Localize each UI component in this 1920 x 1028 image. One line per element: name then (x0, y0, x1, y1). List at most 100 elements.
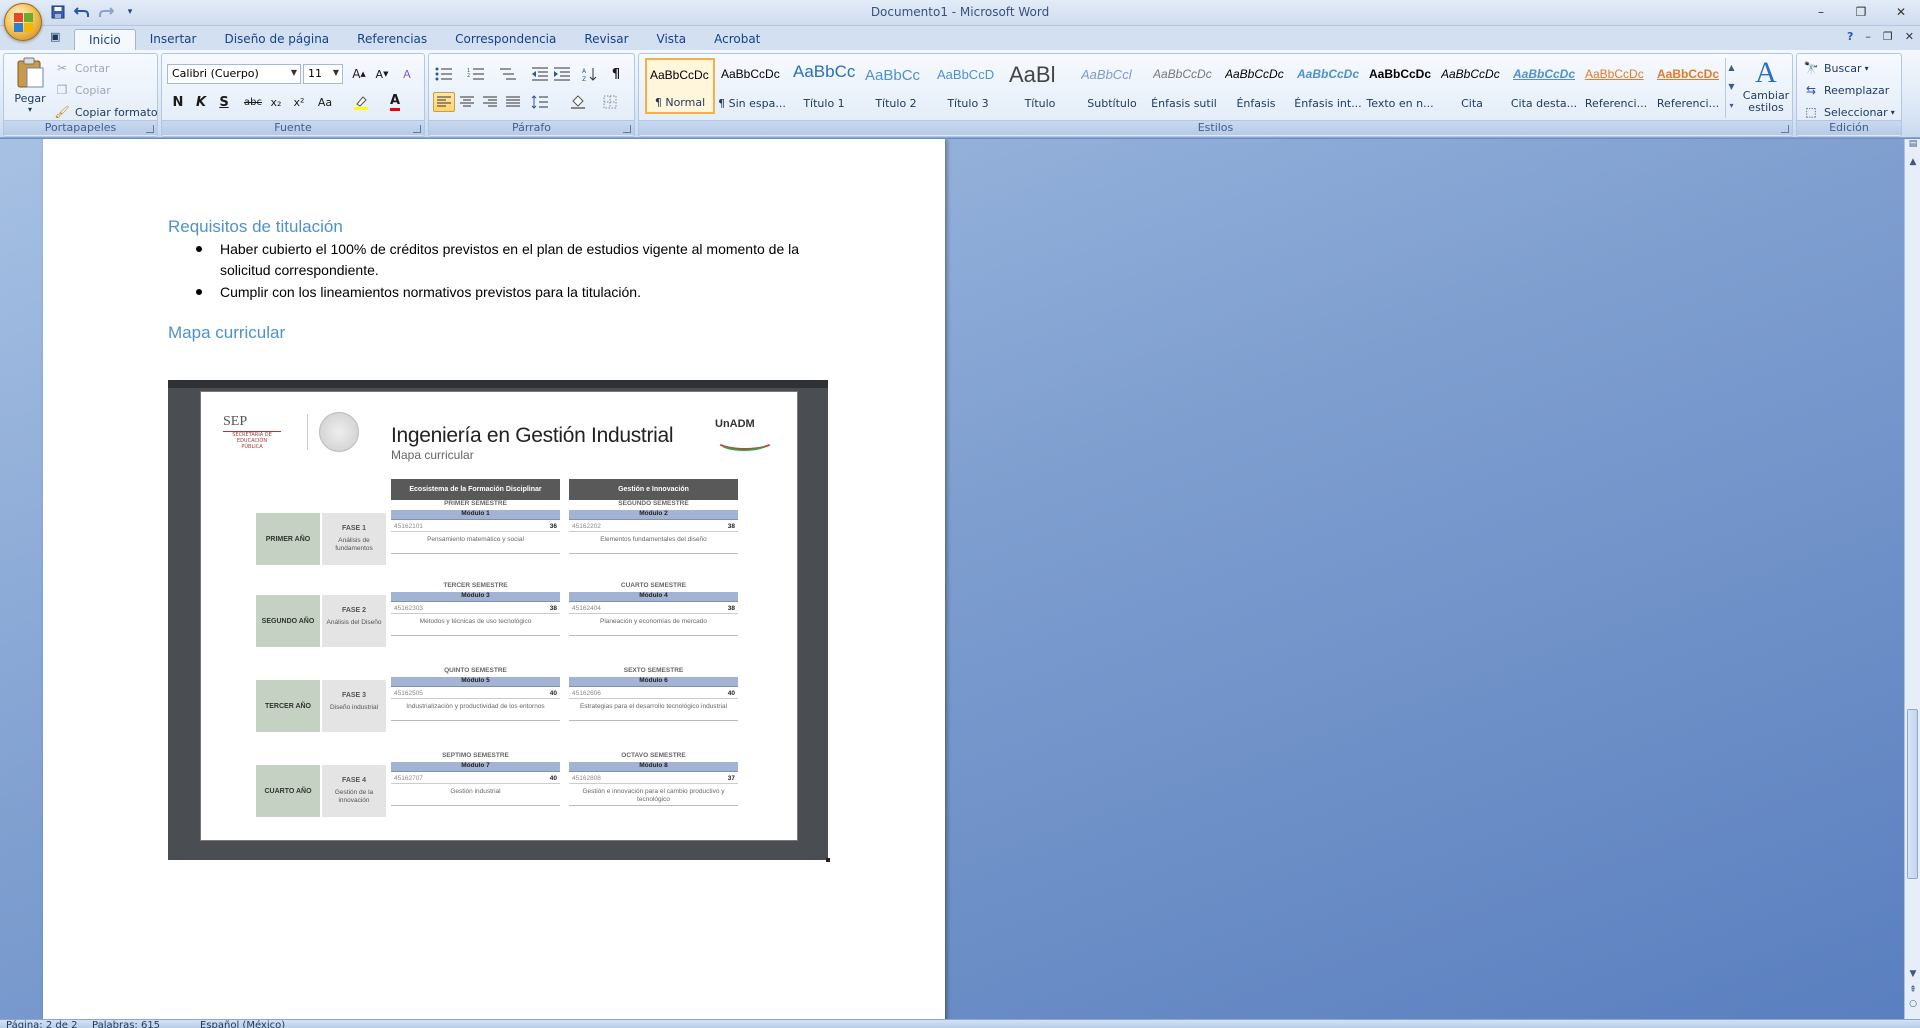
office-logo-icon (14, 13, 33, 32)
format-painter-button[interactable]: 🖌 Copiar formato (54, 102, 157, 122)
style-tile-3[interactable]: AaBbCc Título 1 (789, 58, 859, 114)
style-tile-14[interactable]: AaBbCcDc Referenci... (1581, 58, 1651, 114)
tab-acrobat[interactable]: Acrobat (700, 29, 774, 50)
italic-button[interactable]: K (190, 92, 212, 112)
align-center-icon[interactable] (456, 92, 478, 112)
grow-font-icon[interactable]: A ▲ (348, 64, 370, 84)
gallery-scroll[interactable]: ▲ ▼ ▾ (1725, 58, 1737, 118)
justify-icon[interactable] (502, 92, 524, 112)
highlight-icon[interactable] (350, 92, 372, 112)
gallery-more-icon[interactable]: ▾ (1726, 96, 1737, 115)
style-tile-5[interactable]: AaBbCcD Título 3 (933, 58, 1003, 114)
office-button[interactable] (4, 3, 42, 41)
status-page[interactable]: Página: 2 de 2 (6, 1020, 77, 1028)
tab-correspondencia[interactable]: Correspondencia (441, 29, 570, 50)
gallery-down-icon[interactable]: ▼ (1726, 77, 1737, 96)
style-tile-8[interactable]: AaBbCcDc Énfasis sutil (1149, 58, 1219, 114)
show-marks-icon[interactable]: ¶ (605, 64, 627, 84)
group-paragraph: 12 AZ ¶ Párrafo (428, 53, 635, 137)
style-tile-2[interactable]: AaBbCcDc ¶ Sin espa... (717, 58, 787, 114)
doc-restore-icon[interactable]: ❐ (1883, 30, 1893, 43)
font-name-combo[interactable]: Calibri (Cuerpo) ▼ (167, 64, 301, 84)
ribbon: Pegar ▾ ✂ Cortar ❐ Copiar 🖌 Copiar formato … (0, 50, 1920, 138)
document-page[interactable]: Requisitos de titulación Haber cubierto … (43, 139, 945, 1019)
copy-button[interactable]: ❐ Copiar (54, 80, 111, 100)
semester-label: SEPTIMO SEMESTRE (442, 752, 509, 759)
close-icon[interactable]: ✕ (1888, 2, 1914, 22)
styles-launcher-icon[interactable] (1781, 125, 1789, 133)
change-styles-button[interactable]: A Cambiar estilos (1742, 56, 1790, 120)
style-tile-11[interactable]: AaBbCcDc Texto en n... (1365, 58, 1435, 114)
doc-minimize-icon[interactable]: – (1865, 30, 1871, 43)
underline-button[interactable]: S (213, 92, 235, 112)
scroll-down-icon[interactable]: ▼ (1908, 969, 1918, 979)
document-icon[interactable]: ▣ (50, 30, 60, 43)
paste-dropdown-icon[interactable]: ▾ (10, 105, 50, 114)
style-tile-13[interactable]: AaBbCcDc Cita desta... (1509, 58, 1579, 114)
font-launcher-icon[interactable] (413, 125, 421, 133)
style-name: ¶ Sin espa... (718, 97, 786, 110)
tab-inicio[interactable]: Inicio (74, 29, 136, 50)
style-tile-9[interactable]: AaBbCcDc Énfasis (1221, 58, 1291, 114)
find-button[interactable]: 🔭 Buscar ▾ (1803, 58, 1869, 78)
tab-insertar[interactable]: Insertar (136, 29, 211, 50)
minimize-icon[interactable]: – (1808, 2, 1834, 22)
previous-page-icon[interactable]: ⇞ (1908, 985, 1918, 995)
replace-button[interactable]: ⇆ Reemplazar (1803, 80, 1889, 100)
browse-object-icon[interactable]: ○ (1908, 999, 1918, 1009)
tab-referencias[interactable]: Referencias (343, 29, 441, 50)
ruler-toggle-icon[interactable]: ▤ (1908, 139, 1918, 149)
scroll-thumb[interactable] (1907, 709, 1918, 879)
tab-diseno-pagina[interactable]: Diseño de página (210, 29, 343, 50)
align-left-icon[interactable] (433, 92, 455, 112)
bullets-icon[interactable] (433, 64, 455, 84)
style-sample: AaBbCcDc (1297, 67, 1359, 81)
select-button[interactable]: ⬚ Seleccionar ▾ (1803, 102, 1894, 122)
multilevel-list-icon[interactable] (497, 64, 519, 84)
vertical-scrollbar[interactable]: ▤ ▲ ▼ ⇞ ○ (1904, 139, 1920, 1019)
style-tile-7[interactable]: AaBbCcl Subtítulo (1077, 58, 1147, 114)
superscript-button[interactable]: x² (288, 92, 310, 112)
decrease-indent-icon[interactable] (529, 64, 551, 84)
embedded-image[interactable]: SEP SECRETARÍA DE EDUCACIÓN PÚBLICA Inge… (168, 380, 830, 862)
doc-close-icon[interactable]: ✕ (1905, 30, 1914, 43)
clipboard-launcher-icon[interactable] (146, 125, 154, 133)
help-icon[interactable]: ? (1847, 30, 1853, 43)
line-spacing-icon[interactable] (529, 92, 551, 112)
paste-button[interactable]: Pegar ▾ (10, 57, 50, 119)
status-words[interactable]: Palabras: 615 (92, 1020, 160, 1028)
module-label: Módulo 2 (569, 510, 738, 520)
style-tile-15[interactable]: AaBbCcDc Referenci... (1653, 58, 1723, 114)
resize-handle[interactable] (826, 858, 830, 862)
copy-icon: ❐ (56, 83, 68, 97)
align-right-icon[interactable] (479, 92, 501, 112)
shading-icon[interactable] (567, 92, 589, 112)
borders-icon[interactable] (599, 92, 621, 112)
module-label: Módulo 5 (391, 677, 560, 687)
font-color-icon[interactable]: A (384, 92, 406, 112)
cut-button[interactable]: ✂ Cortar (54, 58, 110, 78)
style-tile-1[interactable]: AaBbCcDc ¶ Normal (645, 58, 715, 114)
clear-format-icon[interactable]: Ａ (396, 64, 418, 84)
font-size-combo[interactable]: 11 ▼ (303, 64, 343, 84)
subscript-button[interactable]: x₂ (265, 92, 287, 112)
numbering-icon[interactable]: 12 (465, 64, 487, 84)
shrink-font-icon[interactable]: A ▼ (371, 64, 393, 84)
module-card: PRIMER SEMESTRE Módulo 1 45162101 36 Pensami… (391, 500, 560, 560)
style-tile-10[interactable]: AaBbCcDc Énfasis int... (1293, 58, 1363, 114)
strikethrough-button[interactable]: abc (242, 92, 264, 112)
scroll-up-icon[interactable]: ▲ (1908, 157, 1918, 167)
style-tile-6[interactable]: AaBl Título (1005, 58, 1075, 114)
bold-button[interactable]: N (167, 92, 189, 112)
tab-revisar[interactable]: Revisar (570, 29, 642, 50)
status-language[interactable]: Español (México) (200, 1020, 285, 1028)
style-tile-4[interactable]: AaBbCc Título 2 (861, 58, 931, 114)
restore-icon[interactable]: ❐ (1848, 2, 1874, 22)
change-case-button[interactable]: Aa (314, 92, 336, 112)
tab-vista[interactable]: Vista (643, 29, 701, 50)
gallery-up-icon[interactable]: ▲ (1726, 58, 1737, 77)
increase-indent-icon[interactable] (551, 64, 573, 84)
sort-icon[interactable]: AZ (579, 64, 601, 84)
style-tile-12[interactable]: AaBbCcDc Cita (1437, 58, 1507, 114)
paragraph-launcher-icon[interactable] (623, 125, 631, 133)
